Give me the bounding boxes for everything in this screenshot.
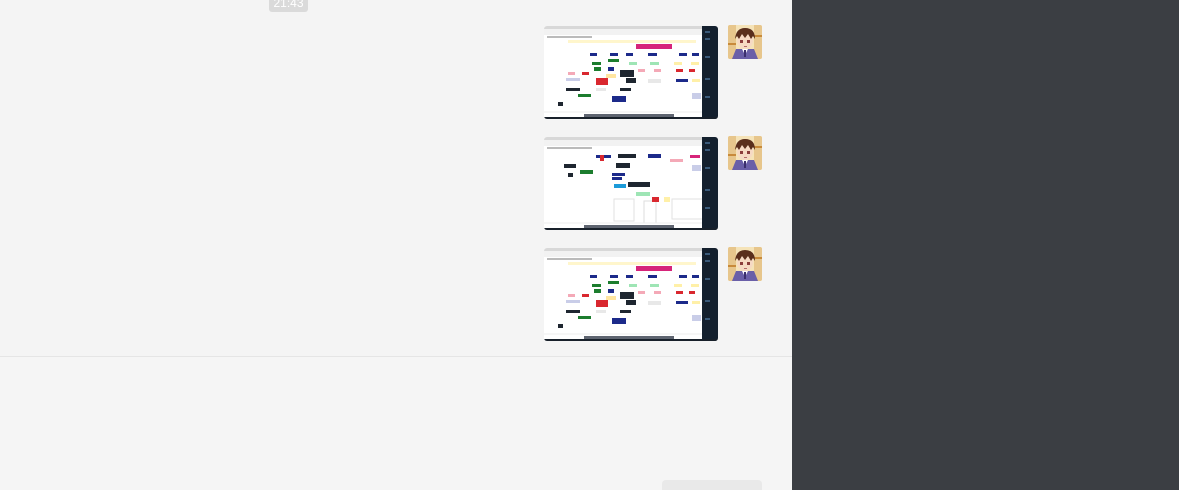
message-input-area[interactable] — [0, 357, 792, 490]
screenshot-thumbnail-image — [544, 248, 718, 341]
avatar-image — [728, 247, 762, 281]
message-list[interactable]: 21:43 — [0, 0, 792, 356]
image-message-thumbnail[interactable] — [544, 137, 718, 230]
screenshot-thumbnail-image — [544, 137, 718, 230]
send-button[interactable] — [662, 480, 762, 490]
message-row — [544, 248, 762, 342]
message-row — [544, 26, 762, 120]
sender-avatar[interactable] — [728, 136, 762, 170]
screenshot-thumbnail-image — [544, 26, 718, 119]
sender-avatar[interactable] — [728, 247, 762, 281]
message-timestamp: 21:43 — [269, 0, 308, 12]
avatar-image — [728, 25, 762, 59]
app-root: 21:43 — [0, 0, 1179, 490]
image-message-thumbnail[interactable] — [544, 248, 718, 341]
image-message-thumbnail[interactable] — [544, 26, 718, 119]
message-row — [544, 137, 762, 231]
sender-avatar[interactable] — [728, 25, 762, 59]
avatar-image — [728, 136, 762, 170]
side-panel — [792, 0, 1179, 490]
